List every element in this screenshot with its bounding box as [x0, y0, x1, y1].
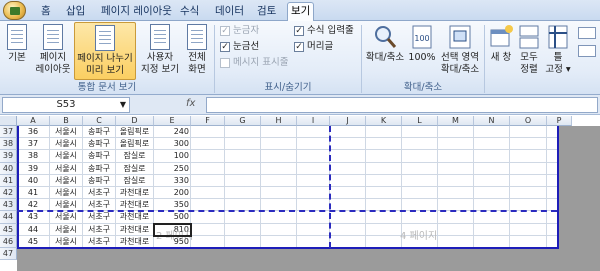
page-layout-icon [43, 24, 63, 50]
tab-data[interactable]: 데이터 [212, 3, 247, 21]
row-header-41[interactable]: 41 [0, 174, 17, 187]
hide-window-icon[interactable] [578, 45, 596, 57]
page-break-vertical[interactable] [329, 126, 331, 248]
group-label-workbook-views: 통합 문서 보기 [77, 82, 137, 93]
formula-bar-checkbox[interactable]: ✓ 수식 입력줄 [294, 25, 354, 37]
column-header-j[interactable]: J [330, 116, 366, 126]
page-break-preview-button[interactable]: 페이지 나누기 미리 보기 [74, 22, 136, 80]
zoom-100-icon: 100 [412, 25, 432, 49]
select-all-corner[interactable] [0, 116, 17, 126]
arrange-all-button[interactable]: 모두 정렬 [517, 24, 541, 76]
normal-view-icon [7, 24, 27, 50]
zoom-to-selection-button[interactable]: 선택 영역 확대/축소 [438, 24, 482, 76]
column-header-o[interactable]: O [510, 116, 547, 126]
group-label-show-hide: 표시/숨기기 [264, 82, 312, 93]
row-header-38[interactable]: 38 [0, 138, 17, 151]
insert-function-icon[interactable]: fx [186, 98, 195, 109]
column-header-i[interactable]: I [297, 116, 330, 126]
zoom-button[interactable]: 확대/축소 [364, 24, 406, 64]
new-window-icon [490, 25, 513, 47]
column-header-h[interactable]: H [261, 116, 297, 126]
svg-text:100: 100 [414, 34, 429, 43]
group-label-zoom: 확대/축소 [403, 82, 443, 93]
ribbon-view: 기본 페이지 레이아웃 페이지 나누기 미리 보기 사용자 지정 보기 전체 화… [0, 21, 600, 95]
tab-formulas[interactable]: 수식 [177, 3, 202, 21]
full-screen-button[interactable]: 전체 화면 [183, 24, 211, 76]
worksheet-grid[interactable]: A B C D E F G H I J K L M N O P 37 36 서울시 송파구 올림픽로 240 38 37 서울시… [0, 116, 600, 271]
page-break-preview-icon [95, 25, 115, 51]
print-area-border [17, 126, 559, 249]
row-header-39[interactable]: 39 [0, 150, 17, 163]
active-cell-outline [153, 222, 192, 237]
column-header-n[interactable]: N [474, 116, 510, 126]
group-separator [484, 25, 485, 93]
custom-views-icon [150, 24, 170, 50]
row-header-44[interactable]: 44 [0, 211, 17, 224]
column-header-b[interactable]: B [50, 116, 83, 126]
freeze-panes-icon [548, 25, 568, 49]
column-header-k[interactable]: K [366, 116, 402, 126]
normal-view-button[interactable]: 기본 [2, 24, 32, 64]
column-header-a[interactable]: A [17, 116, 50, 126]
chevron-down-icon[interactable]: ▼ [120, 98, 126, 112]
zoom-100-button[interactable]: 100 100% [407, 24, 437, 64]
arrange-all-icon [519, 25, 539, 49]
non-print-area [17, 248, 600, 271]
column-header-e[interactable]: E [154, 116, 191, 126]
message-bar-checkbox[interactable]: 메시지 표시줄 [220, 57, 288, 69]
row-header-46[interactable]: 46 [0, 235, 17, 248]
column-header-c[interactable]: C [83, 116, 116, 126]
column-header-g[interactable]: G [225, 116, 261, 126]
headings-checkbox[interactable]: ✓ 머리글 [294, 41, 333, 53]
column-header-d[interactable]: D [116, 116, 154, 126]
page-break-horizontal[interactable] [17, 210, 557, 213]
page-layout-view-button[interactable]: 페이지 레이아웃 [33, 24, 73, 76]
column-header-p[interactable]: P [547, 116, 572, 126]
page-number-watermark: 4 페이지 [400, 230, 438, 242]
row-header-43[interactable]: 43 [0, 199, 17, 212]
custom-views-button[interactable]: 사용자 지정 보기 [138, 24, 182, 76]
row-header-45[interactable]: 45 [0, 223, 17, 236]
ruler-checkbox[interactable]: ✓ 눈금자 [220, 25, 259, 37]
row-header-37[interactable]: 37 [0, 126, 17, 139]
formula-input[interactable] [206, 97, 598, 113]
freeze-panes-button[interactable]: 틀 고정 ▾ [543, 24, 573, 76]
full-screen-icon [187, 24, 207, 50]
formula-bar: S53 ▼ fx [0, 95, 600, 115]
ribbon-tab-bar: 홈 삽입 페이지 레이아웃 수식 데이터 검토 보기 [0, 0, 600, 22]
name-box[interactable]: S53 ▼ [2, 97, 130, 113]
office-button[interactable] [3, 1, 26, 20]
tab-view[interactable]: 보기 [287, 2, 315, 22]
column-header-m[interactable]: M [438, 116, 474, 126]
tab-home[interactable]: 홈 [38, 3, 54, 21]
magnifier-icon [375, 26, 397, 48]
gridlines-checkbox[interactable]: ✓ 눈금선 [220, 41, 259, 53]
row-header-40[interactable]: 40 [0, 162, 17, 175]
tab-review[interactable]: 검토 [254, 3, 279, 21]
excel-window: 홈 삽입 페이지 레이아웃 수식 데이터 검토 보기 기본 페이지 레이아웃 페… [0, 0, 600, 271]
non-print-area [557, 126, 600, 271]
tab-page-layout[interactable]: 페이지 레이아웃 [98, 3, 175, 21]
row-header-47[interactable]: 47 [0, 248, 17, 261]
zoom-selection-icon [449, 25, 471, 49]
row-header-42[interactable]: 42 [0, 187, 17, 200]
column-header-f[interactable]: F [191, 116, 225, 126]
tab-insert[interactable]: 삽입 [63, 3, 88, 21]
new-window-button[interactable]: 새 창 [487, 24, 515, 64]
column-header-l[interactable]: L [402, 116, 438, 126]
split-window-icon[interactable] [578, 27, 596, 39]
